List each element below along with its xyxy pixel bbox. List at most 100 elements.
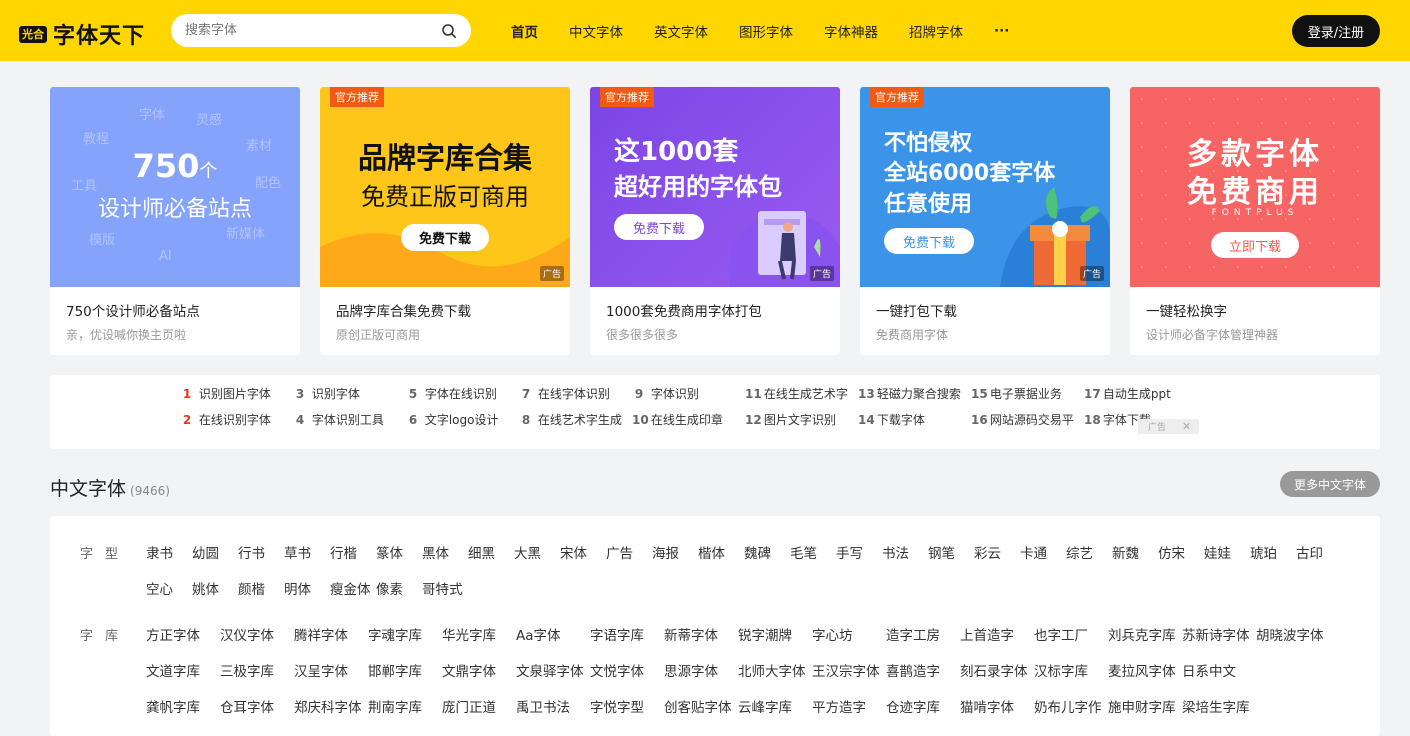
card-title[interactable]: 1000套免费商用字体打包 xyxy=(606,300,762,320)
filter-option[interactable]: 禹卫书法 xyxy=(516,696,590,716)
hot-search-item[interactable]: 4 字体识别工具 xyxy=(293,411,406,437)
filter-option[interactable]: 草书 xyxy=(284,542,330,562)
filter-option[interactable]: 细黑 xyxy=(468,542,514,562)
filter-option[interactable]: 文泉驿字体 xyxy=(516,660,590,680)
hot-search-item[interactable]: 7 在线字体识别 xyxy=(519,385,632,411)
nav-english-fonts[interactable]: 英文字体 xyxy=(654,21,708,41)
promo-card[interactable]: 字体 灵感 教程 素材 工具 配色 模版 新媒体 AI 750个 设计师必备站点… xyxy=(50,87,300,355)
filter-option[interactable]: 文道字库 xyxy=(146,660,220,680)
filter-option[interactable]: 日系中文 xyxy=(1182,660,1256,680)
filter-option[interactable]: 苏新诗字体 xyxy=(1182,624,1256,644)
filter-option[interactable]: 明体 xyxy=(284,578,330,598)
card-title[interactable]: 一键打包下载 xyxy=(876,300,957,320)
filter-option[interactable]: 钢笔 xyxy=(928,542,974,562)
filter-option[interactable]: 锐字潮牌 xyxy=(738,624,812,644)
filter-option[interactable]: 施申财字库 xyxy=(1108,696,1182,716)
filter-option[interactable]: 行楷 xyxy=(330,542,376,562)
card-title[interactable]: 一键轻松换字 xyxy=(1146,300,1227,320)
hot-search-item[interactable]: 14 下载字体 xyxy=(858,411,971,437)
filter-option[interactable]: 黑体 xyxy=(422,542,468,562)
filter-option[interactable]: 广告 xyxy=(606,542,652,562)
filter-option[interactable]: 楷体 xyxy=(698,542,744,562)
filter-option[interactable]: 娃娃 xyxy=(1204,542,1250,562)
filter-option[interactable]: 字语字库 xyxy=(590,624,664,644)
hot-search-item[interactable]: 17 自动生成ppt xyxy=(1084,385,1197,411)
filter-option[interactable]: 综艺 xyxy=(1066,542,1112,562)
filter-option[interactable]: 仿宋 xyxy=(1158,542,1204,562)
filter-option[interactable]: 手写 xyxy=(836,542,882,562)
banner-download-button[interactable]: 免费下载 xyxy=(614,214,704,240)
search-input[interactable] xyxy=(185,23,441,38)
promo-card[interactable]: 多款字体 免费商用 FONTPLUS 立即下载 一键轻松换字 设计师必备字体管理… xyxy=(1130,87,1380,355)
hot-search-item[interactable]: 12 图片文字识别 xyxy=(745,411,858,437)
filter-option[interactable]: 文鼎字体 xyxy=(442,660,516,680)
banner-download-button[interactable]: 免费下载 xyxy=(401,224,489,251)
banner-download-button[interactable]: 免费下载 xyxy=(884,228,974,254)
filter-option[interactable]: 北师大字体 xyxy=(738,660,812,680)
filter-option[interactable]: 思源字体 xyxy=(664,660,738,680)
hot-search-item[interactable]: 3 识别字体 xyxy=(293,385,406,411)
filter-option[interactable]: 造字工房 xyxy=(886,624,960,644)
nav-sign-fonts[interactable]: 招牌字体 xyxy=(909,21,963,41)
filter-option[interactable]: 古印 xyxy=(1296,542,1342,562)
filter-option[interactable]: 华光字库 xyxy=(442,624,516,644)
hot-search-item[interactable]: 6 文字logo设计 xyxy=(406,411,519,437)
filter-option[interactable]: 字悦字型 xyxy=(590,696,664,716)
filter-option[interactable]: 琥珀 xyxy=(1250,542,1296,562)
filter-option[interactable]: 三极字库 xyxy=(220,660,294,680)
more-chinese-fonts-button[interactable]: 更多中文字体 xyxy=(1280,471,1380,497)
hot-search-item[interactable]: 15 电子票据业务 xyxy=(971,385,1084,411)
close-icon[interactable]: ✕ xyxy=(1182,420,1191,433)
filter-option[interactable]: 字心坊 xyxy=(812,624,886,644)
hot-search-item[interactable]: 16 网站源码交易平 xyxy=(971,411,1084,437)
filter-option[interactable]: 空心 xyxy=(146,578,192,598)
banner-download-button[interactable]: 立即下载 xyxy=(1211,232,1299,258)
filter-option[interactable]: 喜鹊造字 xyxy=(886,660,960,680)
filter-option[interactable]: 胡晓波字体 xyxy=(1256,624,1330,644)
filter-option[interactable]: Aa字体 xyxy=(516,624,590,644)
nav-font-tools[interactable]: 字体神器 xyxy=(824,21,878,41)
hot-search-item[interactable]: 9 字体识别 xyxy=(632,385,745,411)
filter-option[interactable]: 行书 xyxy=(238,542,284,562)
promo-card[interactable]: 官方推荐 不怕侵权 全站6000套字体 任意使用 免费下载 广告 一键打包下载 … xyxy=(860,87,1110,355)
filter-option[interactable]: 梁培生字库 xyxy=(1182,696,1256,716)
filter-option[interactable]: 新蒂字体 xyxy=(664,624,738,644)
hot-search-item[interactable]: 13 轻磁力聚合搜索 xyxy=(858,385,971,411)
card-title[interactable]: 品牌字库合集免费下载 xyxy=(336,300,471,320)
nav-chinese-fonts[interactable]: 中文字体 xyxy=(569,21,623,41)
filter-option[interactable]: 大黑 xyxy=(514,542,560,562)
filter-option[interactable]: 魏碑 xyxy=(744,542,790,562)
filter-option[interactable]: 毛笔 xyxy=(790,542,836,562)
filter-option[interactable]: 邯郸字库 xyxy=(368,660,442,680)
filter-option[interactable]: 腾祥字体 xyxy=(294,624,368,644)
filter-option[interactable]: 新魏 xyxy=(1112,542,1158,562)
filter-option[interactable]: 宋体 xyxy=(560,542,606,562)
nav-graphic-fonts[interactable]: 图形字体 xyxy=(739,21,793,41)
hot-search-item[interactable]: 8 在线艺术字生成 xyxy=(519,411,632,437)
filter-option[interactable]: 瘦金体 xyxy=(330,578,376,598)
filter-option[interactable]: 汉呈字体 xyxy=(294,660,368,680)
hot-search-item[interactable]: 11 在线生成艺术字 xyxy=(745,385,858,411)
filter-option[interactable]: 创客贴字体 xyxy=(664,696,738,716)
search-icon[interactable] xyxy=(441,23,457,39)
login-button[interactable]: 登录/注册 xyxy=(1292,15,1380,47)
filter-option[interactable]: 汉仪字体 xyxy=(220,624,294,644)
filter-option[interactable]: 书法 xyxy=(882,542,928,562)
filter-option[interactable]: 奶布儿字作 xyxy=(1034,696,1108,716)
filter-option[interactable]: 汉标字库 xyxy=(1034,660,1108,680)
filter-option[interactable]: 麦拉风字体 xyxy=(1108,660,1182,680)
filter-option[interactable]: 猫啃字体 xyxy=(960,696,1034,716)
filter-option[interactable]: 像素 xyxy=(376,578,422,598)
filter-option[interactable]: 哥特式 xyxy=(422,578,468,598)
filter-option[interactable]: 郑庆科字体 xyxy=(294,696,368,716)
hot-search-item[interactable]: 2 在线识别字体 xyxy=(180,411,293,437)
filter-option[interactable]: 刘兵克字库 xyxy=(1108,624,1182,644)
filter-option[interactable]: 也字工厂 xyxy=(1034,624,1108,644)
card-title[interactable]: 750个设计师必备站点 xyxy=(66,300,200,320)
promo-card[interactable]: 官方推荐 品牌字库合集 免费正版可商用 免费下载 广告 品牌字库合集免费下载 原… xyxy=(320,87,570,355)
filter-option[interactable]: 海报 xyxy=(652,542,698,562)
filter-option[interactable]: 刻石录字体 xyxy=(960,660,1034,680)
filter-option[interactable]: 字魂字库 xyxy=(368,624,442,644)
filter-option[interactable]: 龚帆字库 xyxy=(146,696,220,716)
filter-option[interactable]: 王汉宗字体 xyxy=(812,660,886,680)
